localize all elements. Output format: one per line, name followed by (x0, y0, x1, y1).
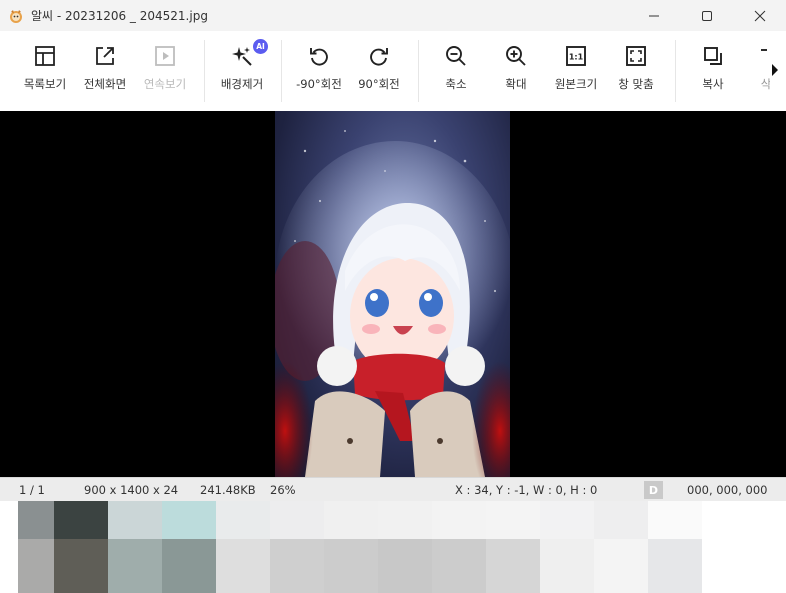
copy-label: 복사 (702, 77, 724, 91)
fit-window-button[interactable]: 창 맞춤 (605, 31, 667, 111)
color-swatch[interactable] (270, 501, 324, 539)
zoom-in-button[interactable]: 확대 (485, 31, 547, 111)
color-swatch[interactable] (648, 539, 702, 593)
slideshow-label: 연속보기 (143, 77, 187, 91)
rotate-right-button[interactable]: 90°회전 (348, 31, 410, 111)
delete-label: 삭 (760, 77, 770, 91)
status-bar: 1 / 1 900 x 1400 x 24 241.48KB 26% X : 3… (0, 477, 786, 502)
illustration (275, 130, 510, 477)
close-button[interactable] (733, 0, 786, 31)
delete-icon (761, 49, 767, 51)
zoom-out-button[interactable]: 축소 (425, 31, 487, 111)
rotate-right-icon (370, 48, 388, 66)
color-swatch[interactable] (540, 501, 594, 539)
zoom-out-label: 축소 (445, 77, 467, 91)
color-swatch[interactable] (432, 501, 486, 539)
rotate-left-button[interactable]: -90°회전 (288, 31, 350, 111)
color-swatch[interactable] (162, 501, 216, 539)
color-swatch[interactable] (648, 501, 702, 539)
copy-icon (704, 47, 722, 65)
rotate-right-label: 90°회전 (358, 77, 400, 91)
color-swatch[interactable] (486, 501, 540, 539)
minimize-icon (648, 15, 659, 16)
fullscreen-label: 전체화면 (83, 77, 127, 91)
color-swatch[interactable] (324, 539, 378, 593)
color-swatch[interactable] (378, 501, 432, 539)
color-swatch[interactable] (324, 501, 378, 539)
toolbar: 목록보기 전체화면 연속보기 AI 배경제거 -90°회전 90°회전 축소 확… (0, 31, 786, 112)
list-view-button[interactable]: 목록보기 (14, 31, 76, 111)
toolbar-divider (281, 40, 282, 102)
file-size: 241.48KB (200, 483, 256, 497)
color-swatch[interactable] (108, 539, 162, 593)
image-viewer[interactable] (0, 111, 786, 477)
magic-wand-icon (232, 47, 252, 66)
fit-window-label: 창 맞춤 (618, 77, 654, 91)
rgb-value: 000, 000, 000 (687, 483, 768, 497)
color-swatch[interactable] (378, 539, 432, 593)
toolbar-divider (675, 40, 676, 102)
external-window-icon (96, 47, 114, 65)
color-swatch[interactable] (216, 501, 270, 539)
remove-background-button[interactable]: AI 배경제거 (211, 31, 273, 111)
color-palette (0, 501, 786, 593)
color-swatch[interactable] (162, 539, 216, 593)
app-icon (10, 9, 22, 23)
toolbar-more-arrow-icon[interactable] (770, 63, 780, 77)
color-swatch[interactable] (54, 501, 108, 539)
fullscreen-button[interactable]: 전체화면 (74, 31, 136, 111)
close-icon (754, 10, 765, 21)
zoom-level: 26% (270, 483, 296, 497)
toolbar-divider (418, 40, 419, 102)
color-swatch[interactable] (216, 539, 270, 593)
displayed-image (275, 111, 510, 477)
zoom-in-label: 확대 (505, 77, 527, 91)
maximize-button[interactable] (680, 0, 733, 31)
maximize-icon (701, 10, 712, 21)
window-title: 알씨 - 20231206 _ 204521.jpg (31, 9, 208, 23)
color-swatch[interactable] (486, 539, 540, 593)
ai-badge: AI (253, 39, 268, 54)
rotate-left-label: -90°회전 (296, 77, 342, 91)
original-size-icon: 1:1 (566, 46, 586, 66)
color-swatch[interactable] (432, 539, 486, 593)
delete-button-partial[interactable]: 삭 (742, 31, 770, 111)
color-swatch[interactable] (540, 539, 594, 593)
remove-background-label: 배경제거 (220, 77, 264, 91)
original-size-label: 원본크기 (554, 77, 598, 91)
image-dimensions: 900 x 1400 x 24 (84, 483, 179, 497)
color-swatch[interactable] (594, 539, 648, 593)
minimize-button[interactable] (627, 0, 680, 31)
fit-window-icon (626, 46, 646, 66)
list-view-icon (35, 46, 55, 66)
color-swatch[interactable] (18, 501, 54, 539)
page-indicator: 1 / 1 (19, 483, 45, 497)
copy-button[interactable]: 복사 (682, 31, 744, 111)
color-swatch[interactable] (270, 539, 324, 593)
title-bar: 알씨 - 20231206 _ 204521.jpg (0, 0, 786, 31)
color-swatch[interactable] (594, 501, 648, 539)
color-swatch[interactable] (18, 539, 54, 593)
selection-info: X : 34, Y : -1, W : 0, H : 0 (455, 483, 598, 497)
zoom-in-icon (506, 46, 526, 66)
play-icon (155, 46, 175, 66)
original-size-icon-text: 1:1 (569, 53, 584, 62)
slideshow-button[interactable]: 연속보기 (134, 31, 196, 111)
color-swatch[interactable] (108, 501, 162, 539)
d-badge[interactable]: D (644, 481, 663, 499)
list-view-label: 목록보기 (23, 77, 67, 91)
original-size-button[interactable]: 1:1 원본크기 (545, 31, 607, 111)
zoom-out-icon (446, 46, 466, 66)
toolbar-divider (204, 40, 205, 102)
color-swatch[interactable] (54, 539, 108, 593)
rotate-left-icon (310, 48, 328, 66)
